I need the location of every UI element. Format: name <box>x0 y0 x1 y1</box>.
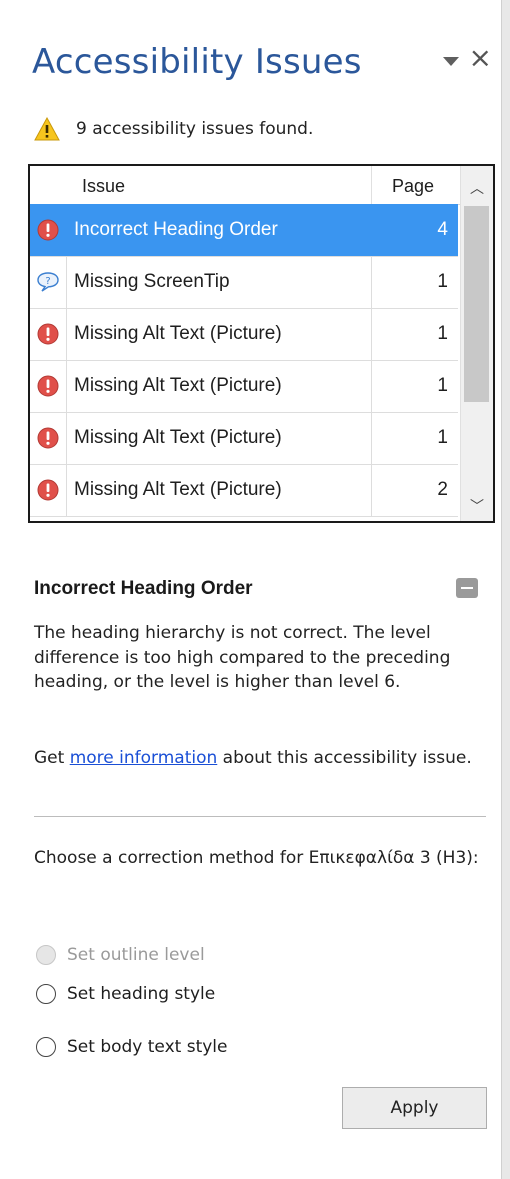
icon-cell <box>30 308 67 360</box>
close-icon[interactable]: × <box>469 44 492 72</box>
radio-button[interactable] <box>36 984 56 1004</box>
issue-name: Missing ScreenTip <box>74 271 230 292</box>
table-row[interactable]: Missing Alt Text (Picture) 2 <box>30 464 458 517</box>
task-pane-options-icon[interactable] <box>442 56 459 66</box>
issue-page: 1 <box>437 375 448 396</box>
option-label: Set heading style <box>67 984 216 1004</box>
warning-icon <box>34 117 60 141</box>
more-info-prefix: Get <box>34 748 70 768</box>
table-scrollbar[interactable]: ︿ ﹀ <box>460 166 493 521</box>
section-divider <box>34 816 486 817</box>
issue-page: 1 <box>437 427 448 448</box>
table-row[interactable]: Missing Alt Text (Picture) 1 <box>30 412 458 465</box>
cell-divider <box>371 412 372 464</box>
correction-prompt: Choose a correction method for Επικεφαλί… <box>34 848 479 868</box>
table-row[interactable]: ? Missing ScreenTip 1 <box>30 256 458 309</box>
tip-icon: ? <box>37 272 59 292</box>
summary-text: 9 accessibility issues found. <box>76 119 314 139</box>
column-header-issue[interactable]: Issue <box>82 176 125 197</box>
icon-cell: ? <box>30 256 67 308</box>
cell-divider <box>371 256 372 308</box>
issue-name: Missing Alt Text (Picture) <box>74 375 282 396</box>
table-header: Issue Page <box>30 166 460 205</box>
issue-summary: 9 accessibility issues found. <box>34 117 313 141</box>
column-header-page[interactable]: Page <box>392 176 434 197</box>
scroll-down-icon[interactable]: ﹀ <box>470 496 484 516</box>
icon-cell <box>30 204 67 256</box>
more-info-text: Get more information about this accessib… <box>34 745 492 771</box>
apply-button[interactable]: Apply <box>342 1087 487 1129</box>
issue-name: Incorrect Heading Order <box>74 219 278 240</box>
accessibility-pane: Accessibility Issues × 9 accessibility i… <box>0 0 510 1179</box>
icon-cell <box>30 464 67 516</box>
cell-divider <box>371 360 372 412</box>
issue-name: Missing Alt Text (Picture) <box>74 427 282 448</box>
option-set-body-text-style[interactable]: Set body text style <box>36 1037 228 1057</box>
cell-divider <box>371 308 372 360</box>
option-label: Set body text style <box>67 1037 228 1057</box>
issues-table: Issue Page Incorrect Heading Order 4? Miss… <box>28 164 495 523</box>
more-info-suffix: about this accessibility issue. <box>217 748 472 768</box>
issue-page: 1 <box>437 323 448 344</box>
error-icon <box>37 479 59 501</box>
icon-cell <box>30 412 67 464</box>
error-icon <box>37 427 59 449</box>
error-icon <box>37 219 59 241</box>
table-row[interactable]: Missing Alt Text (Picture) 1 <box>30 308 458 361</box>
table-row[interactable]: Incorrect Heading Order 4 <box>30 204 458 257</box>
radio-button <box>36 945 56 965</box>
issue-page: 1 <box>437 271 448 292</box>
scroll-up-icon[interactable]: ︿ <box>470 178 484 198</box>
cell-divider <box>371 204 372 256</box>
title-controls: × <box>442 44 492 72</box>
more-information-link[interactable]: more information <box>70 748 218 768</box>
header-divider <box>371 166 372 204</box>
issue-page: 2 <box>437 479 448 500</box>
error-icon <box>37 323 59 345</box>
issue-description: The heading hierarchy is not correct. Th… <box>34 623 451 692</box>
option-set-outline-level: Set outline level <box>36 945 205 965</box>
icon-cell <box>30 360 67 412</box>
detail-title: Incorrect Heading Order <box>34 578 253 599</box>
pane-title: Accessibility Issues <box>32 42 362 82</box>
pane-border <box>501 0 510 1179</box>
issue-name: Missing Alt Text (Picture) <box>74 323 282 344</box>
scroll-thumb[interactable] <box>464 206 489 402</box>
collapse-icon[interactable] <box>456 578 478 598</box>
svg-text:?: ? <box>45 276 50 287</box>
table-row[interactable]: Missing Alt Text (Picture) 1 <box>30 360 458 413</box>
option-label: Set outline level <box>67 945 205 965</box>
cell-divider <box>371 464 372 516</box>
error-icon <box>37 375 59 397</box>
issue-page: 4 <box>437 219 448 240</box>
radio-button[interactable] <box>36 1037 56 1057</box>
issue-name: Missing Alt Text (Picture) <box>74 479 282 500</box>
option-set-heading-style[interactable]: Set heading style <box>36 984 215 1004</box>
